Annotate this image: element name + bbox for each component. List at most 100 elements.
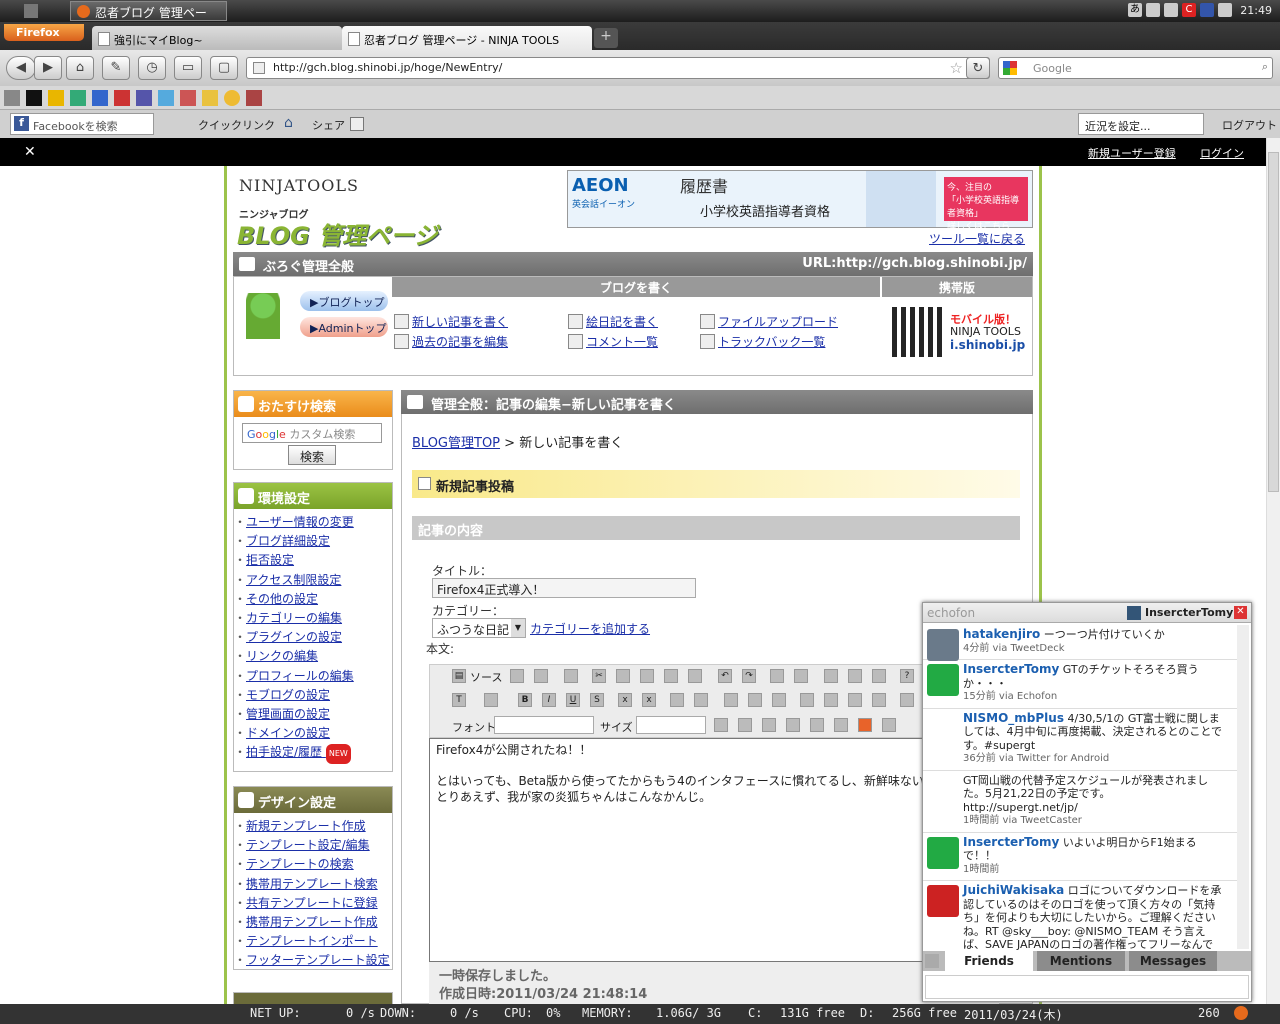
quote-icon[interactable] bbox=[772, 693, 786, 707]
tab-ninja-blog[interactable]: 忍者ブログ 管理ページ - NINJA TOOLS bbox=[342, 26, 592, 50]
plugin-icon[interactable] bbox=[858, 718, 872, 732]
align-left-icon[interactable] bbox=[800, 693, 814, 707]
outdent-icon[interactable] bbox=[724, 693, 738, 707]
search-icon[interactable]: ⌕ bbox=[1262, 60, 1268, 74]
source-button[interactable]: ソース bbox=[470, 669, 502, 685]
align-right-icon[interactable] bbox=[848, 693, 862, 707]
bookmark-icon[interactable] bbox=[4, 90, 20, 106]
tweet[interactable]: GT岡山戦の代替予定スケジュールが発表されました。5月21,22日の予定です。h… bbox=[923, 771, 1237, 833]
tray-icon[interactable] bbox=[1218, 3, 1232, 17]
select-all-icon[interactable] bbox=[824, 669, 838, 683]
tray-icon[interactable] bbox=[1146, 3, 1160, 17]
home-icon[interactable]: ⌂ bbox=[66, 56, 94, 80]
indent-icon[interactable] bbox=[748, 693, 762, 707]
title-input[interactable]: Firefox4正式導入！ bbox=[432, 578, 696, 598]
tweet-user[interactable]: InsercterTomy bbox=[963, 835, 1059, 849]
bookmark-icon[interactable] bbox=[246, 90, 262, 106]
comment-list-link[interactable]: コメント一覧 bbox=[566, 333, 658, 350]
picture-diary-link[interactable]: 絵日記を書く bbox=[566, 313, 658, 330]
window-icon[interactable] bbox=[350, 117, 364, 131]
back-button[interactable]: ◀ bbox=[6, 56, 36, 80]
env-item[interactable]: リンクの編集 bbox=[234, 647, 392, 666]
bookmark-icon[interactable] bbox=[114, 90, 130, 106]
preview-icon[interactable] bbox=[510, 669, 524, 683]
bold-icon[interactable]: B bbox=[518, 693, 532, 707]
table-icon[interactable] bbox=[762, 718, 776, 732]
bullet-list-icon[interactable] bbox=[694, 693, 708, 707]
bookmark-icon[interactable] bbox=[136, 90, 152, 106]
design-item[interactable]: テンプレート設定/編集 bbox=[234, 836, 392, 855]
env-item[interactable]: カテゴリーの編集 bbox=[234, 609, 392, 628]
design-item[interactable]: テンプレートインポート bbox=[234, 932, 392, 951]
start-icon[interactable] bbox=[24, 4, 38, 18]
bookmark-icon[interactable] bbox=[26, 90, 42, 106]
superscript-icon[interactable]: x bbox=[642, 693, 656, 707]
taskbar-window-button[interactable]: 忍者ブログ 管理ページ... bbox=[70, 1, 227, 37]
ninja-logo-icon[interactable]: ✕ bbox=[24, 144, 36, 160]
image-icon[interactable] bbox=[872, 669, 886, 683]
firefox-menu-button[interactable]: Firefox bbox=[4, 24, 84, 41]
link-icon[interactable] bbox=[900, 693, 914, 707]
echofon-user[interactable]: InsercterTomy bbox=[1145, 606, 1233, 619]
design-item[interactable]: 携帯用テンプレート検索 bbox=[234, 875, 392, 894]
env-item[interactable]: 拍手設定/履歴 NEW bbox=[234, 743, 392, 764]
source-icon[interactable]: ▤ bbox=[452, 669, 466, 683]
special-char-icon[interactable] bbox=[834, 718, 848, 732]
add-category-link[interactable]: カテゴリーを追加する bbox=[530, 620, 650, 637]
url-bar[interactable]: http://gch.blog.shinobi.jp/hoge/NewEntry… bbox=[246, 57, 990, 79]
tab-mai-blog[interactable]: 強引にマイBlog~ bbox=[92, 26, 342, 50]
scrollbar-thumb[interactable] bbox=[1268, 152, 1279, 492]
home-icon[interactable]: ⌂ bbox=[284, 115, 293, 131]
template-icon[interactable] bbox=[564, 669, 578, 683]
breadcrumb-link[interactable]: BLOG管理TOP bbox=[412, 436, 500, 451]
bookmark-icon[interactable] bbox=[92, 90, 108, 106]
quick-link-menu[interactable]: クイックリンク bbox=[198, 117, 275, 133]
tab-messages[interactable]: Messages bbox=[1129, 951, 1217, 971]
new-entry-link[interactable]: 新しい記事を書く bbox=[392, 313, 508, 330]
folder-icon[interactable] bbox=[202, 90, 218, 106]
logout-link[interactable]: ログアウト bbox=[1222, 117, 1277, 133]
env-item[interactable]: ユーザー情報の変更 bbox=[234, 513, 392, 532]
tab-mentions[interactable]: Mentions bbox=[1037, 951, 1125, 971]
font-select[interactable] bbox=[494, 716, 594, 734]
minimize-icon[interactable]: ▭ bbox=[174, 56, 202, 80]
help-icon[interactable]: ? bbox=[900, 669, 914, 683]
admin-top-button[interactable]: ▶Adminトップ bbox=[300, 317, 388, 337]
design-item[interactable]: フッターテンプレート設定 bbox=[234, 951, 392, 970]
env-item[interactable]: プロフィールの編集 bbox=[234, 667, 392, 686]
underline-icon[interactable]: U bbox=[566, 693, 580, 707]
evernote-icon[interactable]: ✎ bbox=[102, 56, 130, 80]
custom-search-input[interactable]: Google カスタム検索 bbox=[242, 423, 382, 443]
rule-icon[interactable] bbox=[786, 718, 800, 732]
tweet[interactable]: InsercterTomy いよいよ明日からF1始まるで！！ 1時間前 bbox=[923, 833, 1237, 881]
toolbar-icon[interactable]: ▢ bbox=[210, 56, 238, 80]
search-button[interactable]: 検索 bbox=[288, 445, 336, 465]
search-bar[interactable]: Google ⌕ bbox=[998, 57, 1273, 79]
env-item[interactable]: その他の設定 bbox=[234, 590, 392, 609]
echofon-scrollbar[interactable] bbox=[1237, 625, 1249, 949]
share-button[interactable]: シェア bbox=[312, 117, 345, 133]
tweet[interactable]: InsercterTomy GTのチケットそろそろ買うか・・・ 15分前 via … bbox=[923, 660, 1237, 709]
italic-icon[interactable]: I bbox=[542, 693, 556, 707]
close-icon[interactable]: ✕ bbox=[1234, 606, 1247, 619]
text-color-icon[interactable]: T bbox=[452, 693, 466, 707]
body-textarea[interactable]: Firefox4が公開されたね！！ とはいっても、Beta版から使ってたからもう… bbox=[429, 738, 999, 962]
copy-icon[interactable] bbox=[616, 669, 630, 683]
tweet-input[interactable] bbox=[925, 975, 1249, 999]
redo-icon[interactable]: ↷ bbox=[742, 669, 756, 683]
history-icon[interactable]: ◷ bbox=[138, 56, 166, 80]
tab-friends[interactable]: Friends bbox=[945, 951, 1033, 971]
flash-icon[interactable] bbox=[738, 718, 752, 732]
numbered-list-icon[interactable] bbox=[670, 693, 684, 707]
tweet-user[interactable]: InsercterTomy bbox=[963, 662, 1059, 676]
file-upload-link[interactable]: ファイルアップロード bbox=[698, 313, 838, 330]
reload-icon[interactable]: ↻ bbox=[966, 57, 990, 79]
size-select[interactable] bbox=[636, 716, 706, 734]
page-break-icon[interactable] bbox=[882, 718, 896, 732]
replace-icon[interactable] bbox=[794, 669, 808, 683]
eraser-icon[interactable] bbox=[848, 669, 862, 683]
tweet[interactable]: JuichiWakisaka ロゴについてダウンロードを承認しているのはそのロゴ… bbox=[923, 881, 1237, 951]
paste-icon[interactable] bbox=[640, 669, 654, 683]
tray-icon[interactable]: C bbox=[1182, 3, 1196, 17]
design-item[interactable]: 携帯用テンプレート作成 bbox=[234, 913, 392, 932]
